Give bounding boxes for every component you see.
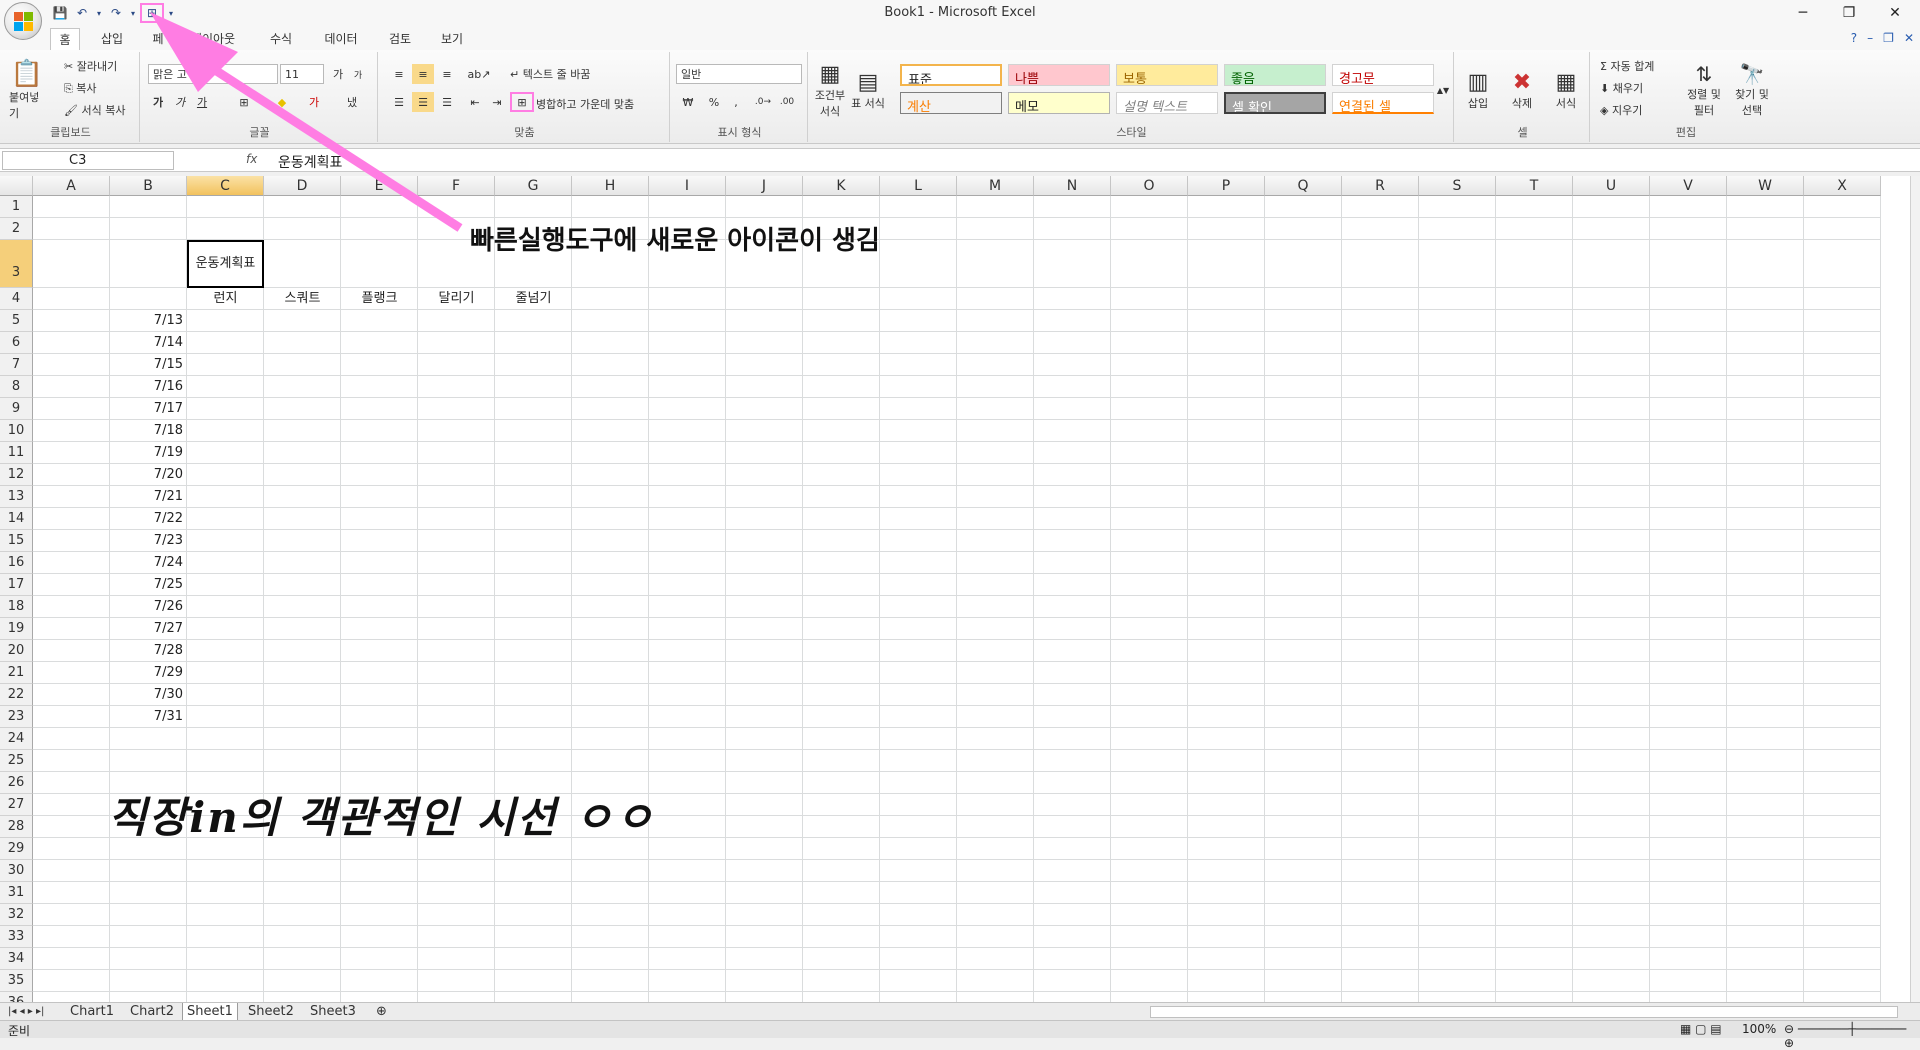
arrow-shaft bbox=[212, 66, 463, 232]
annotation-note: 빠른실행도구에 새로운 아이콘이 생김 bbox=[470, 226, 880, 256]
office-logo-icon bbox=[14, 12, 34, 32]
handwritten-caption: 직장in의 객관적인 시선 ㅇㅇ bbox=[108, 793, 656, 842]
annotation-arrow bbox=[150, 12, 463, 232]
office-button[interactable] bbox=[4, 2, 42, 40]
